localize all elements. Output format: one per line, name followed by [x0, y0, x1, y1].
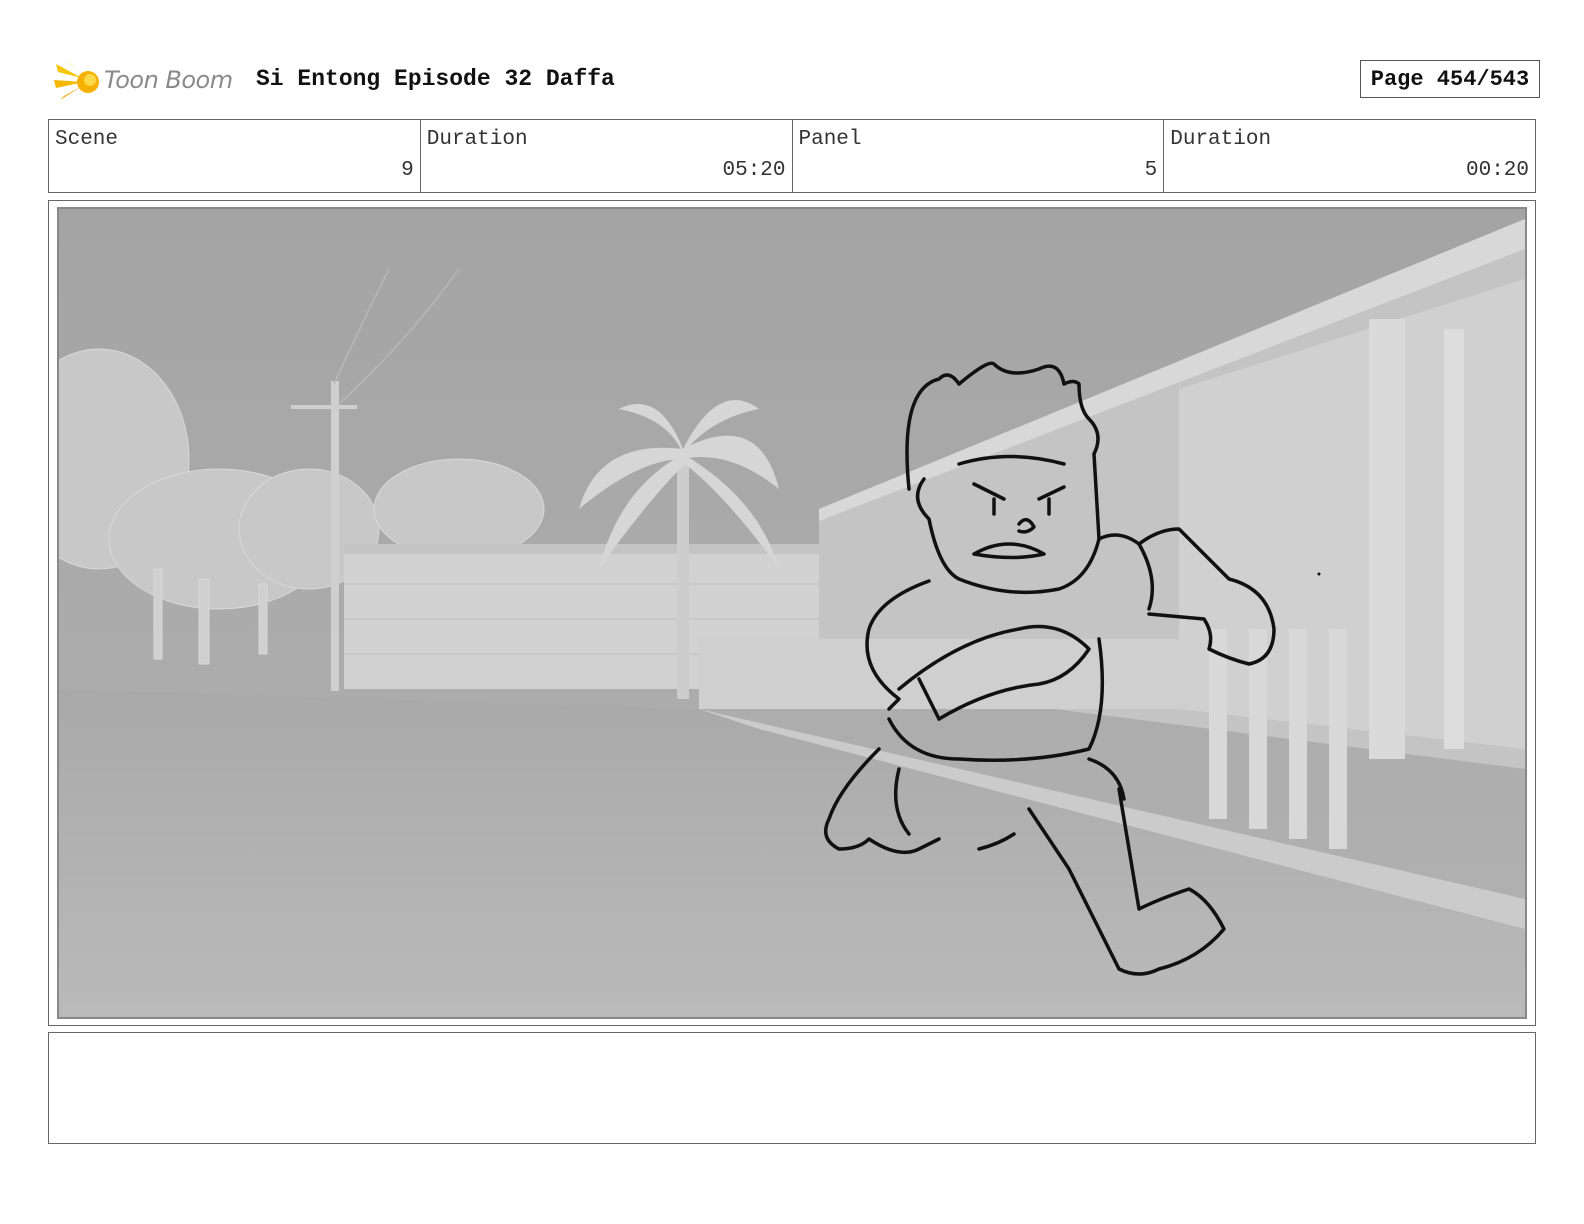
- panel-duration-label: Duration: [1170, 128, 1272, 151]
- storyboard-sketch-icon: [59, 209, 1525, 1017]
- scene-value: 9: [401, 159, 414, 182]
- panel-cell: Panel 5: [793, 120, 1165, 192]
- scene-info-table: Scene 9 Duration 05:20 Panel 5 Duration …: [48, 119, 1536, 193]
- panel-duration-value: 00:20: [1465, 159, 1529, 182]
- storyboard-panel-image: [57, 207, 1527, 1019]
- scene-label: Scene: [55, 128, 119, 151]
- scene-duration-label: Duration: [426, 128, 528, 151]
- burst-icon: [54, 60, 99, 100]
- scene-duration-value: 05:20: [722, 159, 786, 182]
- panel-duration-cell: Duration 00:20: [1164, 120, 1535, 192]
- page-number: Page 454/543: [1360, 60, 1540, 98]
- scene-duration-cell: Duration 05:20: [421, 120, 793, 192]
- page-header: Toon Boom Si Entong Episode 32 Daffa Pag…: [52, 52, 1540, 112]
- panel-label: Panel: [798, 128, 862, 151]
- panel-frame: [48, 200, 1536, 1026]
- logo-text: Toon Boom: [104, 66, 233, 94]
- panel-value: 5: [1144, 159, 1158, 182]
- toon-boom-logo: Toon Boom: [52, 56, 242, 108]
- panel-notes-box: [48, 1032, 1536, 1144]
- document-title: Si Entong Episode 32 Daffa: [256, 66, 615, 92]
- scene-cell: Scene 9: [49, 120, 421, 192]
